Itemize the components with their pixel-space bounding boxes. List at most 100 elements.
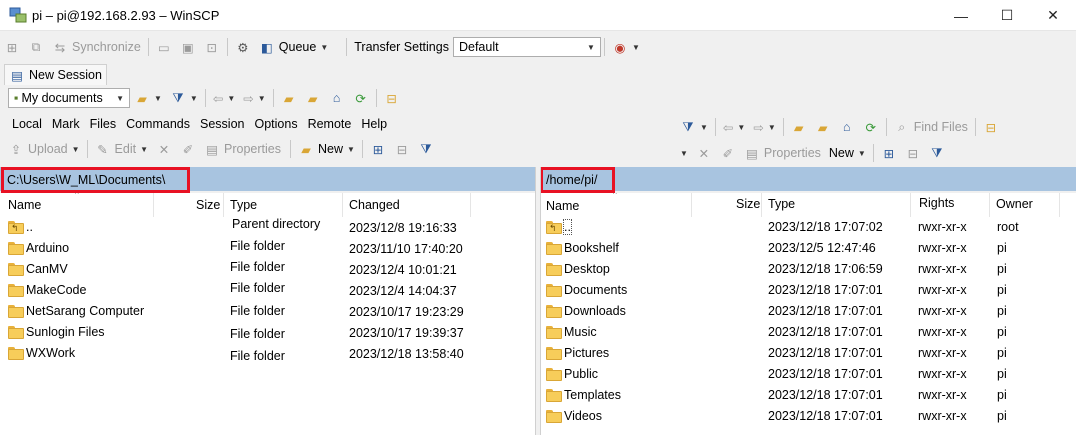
- open-terminal-button[interactable]: ▭: [152, 35, 176, 59]
- chevron-down-icon: ▼: [154, 93, 162, 103]
- compare-directories-button[interactable]: ⊞: [0, 35, 24, 59]
- select-filter-button[interactable]: ⧩: [414, 137, 438, 161]
- parent-directory-button[interactable]: ▰: [277, 86, 301, 110]
- remote-col-owner[interactable]: Owner: [996, 194, 1033, 214]
- remote-refresh-button[interactable]: ⟳: [859, 115, 883, 139]
- file-name: Videos: [564, 409, 602, 423]
- remote-select-filter-button[interactable]: ⧩: [925, 141, 949, 165]
- remote-col-rights[interactable]: Rights: [919, 193, 954, 213]
- remote-delete-button[interactable]: ✕: [692, 141, 716, 165]
- menu-session[interactable]: Session: [195, 117, 249, 131]
- table-row[interactable]: WXWork File folder 2023/12/18 13:58:40: [0, 344, 535, 365]
- file-name: NetSarang Computer: [26, 304, 145, 318]
- menu-mark[interactable]: Mark: [47, 117, 85, 131]
- refresh-button[interactable]: ⟳: [349, 86, 373, 110]
- table-row[interactable]: Documents 2023/12/18 17:07:01 rwxr-xr-x pi: [541, 281, 1076, 302]
- open-directory-button[interactable]: ▰ ▼: [130, 86, 166, 110]
- menu-local[interactable]: Local: [7, 117, 47, 131]
- menu-files[interactable]: Files: [85, 117, 121, 131]
- delete-button[interactable]: ✕: [152, 137, 176, 161]
- remote-select-all-button[interactable]: ⊞: [877, 141, 901, 165]
- minimize-button[interactable]: —: [938, 0, 984, 31]
- file-name: Arduino: [26, 241, 70, 255]
- root-folder-icon: ▰: [307, 91, 318, 106]
- remote-new-button[interactable]: New ▼: [825, 141, 870, 165]
- select-all-button[interactable]: ⊞: [366, 137, 390, 161]
- remote-rename-button[interactable]: ✐: [716, 141, 740, 165]
- custom-commands-button[interactable]: ⊡: [200, 35, 224, 59]
- remote-edit-dropdown[interactable]: ▼: [676, 141, 692, 165]
- table-row[interactable]: Arduino File folder 2023/11/10 17:40:20: [0, 239, 535, 260]
- remote-home-button[interactable]: ⌂: [835, 115, 859, 139]
- table-row[interactable]: Public 2023/12/18 17:07:01 rwxr-xr-x pi: [541, 365, 1076, 386]
- transfer-mode-button[interactable]: ◉ ▼: [608, 35, 644, 59]
- tree-view-button[interactable]: ⊟: [380, 86, 404, 110]
- filter-button[interactable]: ⧩ ▼: [166, 86, 202, 110]
- documents-icon: ▪: [14, 91, 19, 105]
- parent-directory-row[interactable]: ↰.. Parent directory 2023/12/8 19:16:33: [0, 217, 535, 239]
- file-changed: 2023/12/18 17:06:59: [768, 262, 883, 276]
- upload-button[interactable]: ⇪ Upload ▼: [4, 137, 84, 161]
- table-row[interactable]: Music 2023/12/18 17:07:01 rwxr-xr-x pi: [541, 323, 1076, 344]
- synchronize-button[interactable]: ⇆ Synchronize: [48, 35, 145, 59]
- menu-options[interactable]: Options: [249, 117, 302, 131]
- forward-button[interactable]: ⇨ ▼: [239, 86, 269, 110]
- rename-button[interactable]: ✐: [176, 137, 200, 161]
- new-session-tab[interactable]: ▤ New Session: [4, 64, 107, 86]
- menu-remote[interactable]: Remote: [303, 117, 357, 131]
- transfer-settings-select[interactable]: Default ▼: [452, 37, 601, 57]
- table-row[interactable]: CanMV File folder 2023/12/4 10:01:21: [0, 260, 535, 281]
- local-col-size[interactable]: Size: [196, 195, 220, 215]
- remote-path[interactable]: /home/pi/: [540, 167, 615, 193]
- parent-directory-row[interactable]: ↰.. 2023/12/18 17:07:02 rwxr-xr-x root: [541, 218, 1076, 239]
- remote-properties-button[interactable]: ▤ Properties: [740, 141, 825, 165]
- table-row[interactable]: Bookshelf 2023/12/5 12:47:46 rwxr-xr-x pi: [541, 239, 1076, 260]
- local-file-list: ^ Name Size Type Changed ↰.. Parent direc…: [0, 193, 535, 435]
- close-button[interactable]: ✕: [1030, 0, 1076, 31]
- root-directory-button[interactable]: ▰: [301, 86, 325, 110]
- remote-back-button[interactable]: ⇦ ▼: [719, 115, 749, 139]
- table-row[interactable]: Templates 2023/12/18 17:07:01 rwxr-xr-x pi: [541, 386, 1076, 407]
- remote-unselect-button[interactable]: ⊟: [901, 141, 925, 165]
- maximize-button[interactable]: ☐: [984, 0, 1030, 31]
- local-location-select[interactable]: ▪ My documents ▼: [8, 88, 130, 108]
- plus-box-icon: ⊞: [883, 146, 895, 161]
- remote-col-size[interactable]: Size: [736, 194, 760, 214]
- local-col-type[interactable]: Type: [230, 195, 257, 215]
- menu-commands[interactable]: Commands: [121, 117, 195, 131]
- local-col-changed[interactable]: Changed: [349, 195, 400, 215]
- table-row[interactable]: Videos 2023/12/18 17:07:01 rwxr-xr-x pi: [541, 407, 1076, 428]
- table-row[interactable]: Desktop 2023/12/18 17:06:59 rwxr-xr-x pi: [541, 260, 1076, 281]
- toolbar-divider: [782, 118, 784, 136]
- keep-up-to-date-button[interactable]: ⧉: [24, 35, 48, 59]
- remote-root-directory-button[interactable]: ▰: [811, 115, 835, 139]
- local-path[interactable]: C:\Users\W_ML\Documents\: [1, 167, 190, 193]
- new-button[interactable]: ▰ New ▼: [294, 137, 359, 161]
- edit-button[interactable]: ✎ Edit ▼: [91, 137, 152, 161]
- queue-button[interactable]: ◧ Queue ▼: [255, 35, 332, 59]
- remote-forward-button[interactable]: ⇨ ▼: [749, 115, 779, 139]
- unselect-button[interactable]: ⊟: [390, 137, 414, 161]
- find-files-button[interactable]: ⌕ Find Files: [890, 115, 972, 139]
- remote-filter-button[interactable]: ⧩ ▼: [676, 115, 712, 139]
- menu-help[interactable]: Help: [356, 117, 392, 131]
- table-row[interactable]: MakeCode File folder 2023/12/4 14:04:37: [0, 281, 535, 302]
- putty-icon: ▣: [181, 40, 194, 55]
- remote-col-type[interactable]: Type: [768, 194, 795, 214]
- title-bar: pi – pi@192.168.2.93 – WinSCP — ☐ ✕: [0, 0, 1076, 31]
- table-row[interactable]: Pictures 2023/12/18 17:07:01 rwxr-xr-x pi: [541, 344, 1076, 365]
- back-button[interactable]: ⇦ ▼: [209, 86, 239, 110]
- local-col-name[interactable]: Name: [8, 195, 41, 215]
- chevron-down-icon: ▼: [631, 42, 640, 52]
- remote-col-name[interactable]: Name: [546, 196, 579, 216]
- home-directory-button[interactable]: ⌂: [325, 86, 349, 110]
- chevron-down-icon: ▼: [737, 122, 746, 132]
- properties-button[interactable]: ▤ Properties: [200, 137, 285, 161]
- putty-button[interactable]: ▣: [176, 35, 200, 59]
- remote-parent-directory-button[interactable]: ▰: [787, 115, 811, 139]
- table-row[interactable]: Sunlogin Files File folder 2023/10/17 19:3…: [0, 323, 535, 344]
- table-row[interactable]: Downloads 2023/12/18 17:07:01 rwxr-xr-x pi: [541, 302, 1076, 323]
- remote-tree-view-button[interactable]: ⊟: [979, 115, 1003, 139]
- table-row[interactable]: NetSarang Computer File folder 2023/10/17 …: [0, 302, 535, 323]
- preferences-button[interactable]: ⚙: [231, 35, 255, 59]
